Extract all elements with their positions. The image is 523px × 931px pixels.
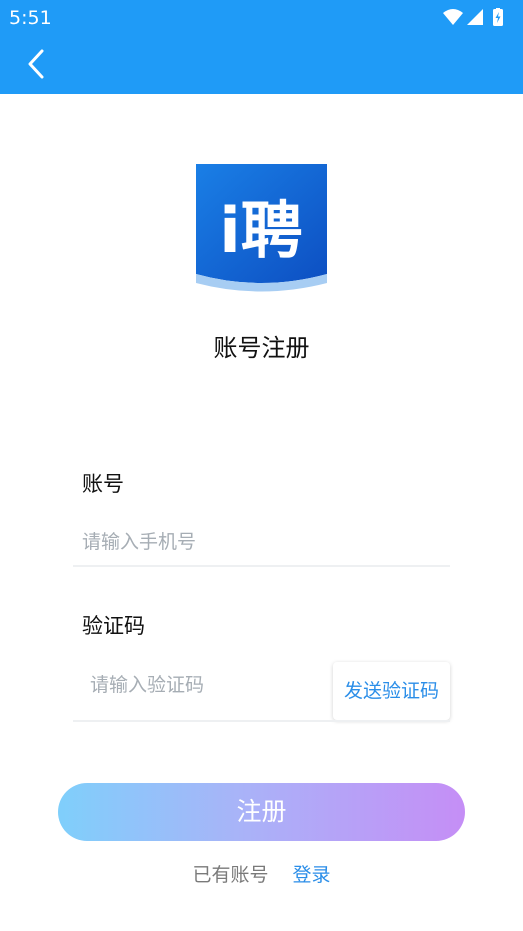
code-input[interactable] (90, 671, 325, 699)
wifi-icon (443, 9, 463, 25)
page-title: 账号注册 (213, 334, 310, 362)
battery-icon (493, 7, 503, 26)
phone-input[interactable] (82, 528, 442, 556)
account-divider (73, 565, 450, 567)
app-bar (0, 34, 523, 94)
login-prompt-row: 已有账号 登录 (0, 860, 523, 887)
have-account-text: 已有账号 (192, 864, 269, 886)
account-label: 账号 (82, 472, 124, 496)
chevron-left-icon (28, 49, 44, 79)
back-button[interactable] (18, 46, 54, 82)
code-label: 验证码 (82, 614, 145, 638)
login-link[interactable]: 登录 (293, 864, 331, 886)
status-icons-svg (443, 7, 503, 26)
signal-icon (467, 9, 483, 25)
status-time: 5:51 (9, 7, 52, 29)
register-button[interactable]: 注册 (58, 783, 465, 841)
code-divider (73, 720, 450, 722)
logo-text: i聘 (219, 194, 302, 267)
app-logo: i聘 (196, 164, 327, 295)
status-icons (441, 7, 513, 32)
status-bar: 5:51 (0, 0, 523, 34)
send-code-button[interactable]: 发送验证码 (333, 662, 450, 720)
